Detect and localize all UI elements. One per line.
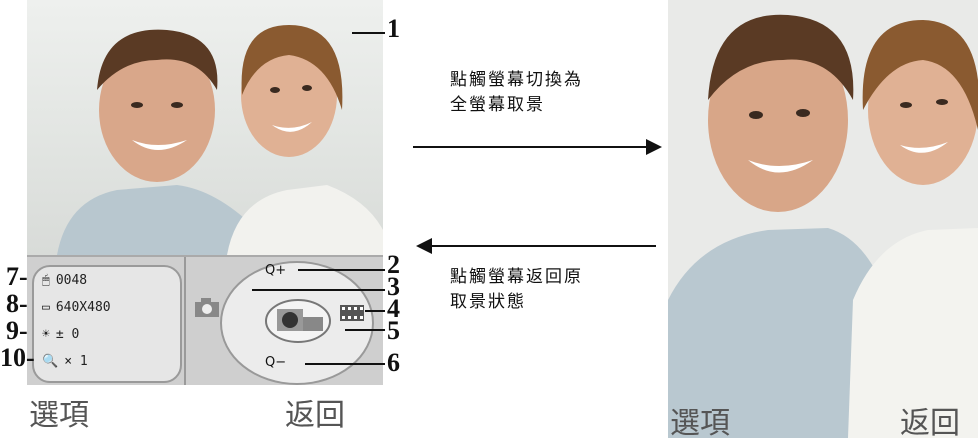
brightness-text: ± 0 — [55, 327, 80, 342]
viewfinder-photo[interactable] — [27, 0, 383, 255]
shot-count-text: 0048 — [55, 273, 88, 288]
video-mode-icon[interactable] — [339, 303, 365, 323]
shot-count-row: 🖱 0048 — [42, 273, 87, 288]
fullscreen-couple-photo — [668, 0, 978, 438]
info-box: 🖱 0048 ▭ 640X480 ☀ ± 0 🔍 × 1 — [32, 265, 182, 383]
back-caption: 點觸螢幕返回原 取景狀態 — [450, 265, 583, 315]
zoom-row: 🔍 × 1 — [42, 354, 88, 369]
callout-10: 10- — [0, 343, 35, 372]
callout-9: 9- — [6, 316, 28, 345]
fullscreen-options-softkey[interactable]: 選項 — [670, 398, 730, 438]
callout-6: 6 — [387, 348, 400, 377]
camera-mode-icon[interactable] — [193, 297, 223, 319]
back-softkey[interactable]: 返回 — [285, 390, 345, 434]
forward-caption-line2: 全螢幕取景 — [450, 95, 545, 115]
resolution-row: ▭ 640X480 — [42, 300, 111, 315]
brightness-icon: ☀ — [42, 327, 50, 342]
panel-divider — [184, 257, 186, 387]
forward-caption: 點觸螢幕切換為 全螢幕取景 — [450, 68, 583, 118]
callout-8: 8- — [6, 289, 28, 318]
resolution-icon: ▭ — [42, 300, 50, 315]
forward-caption-line1: 點觸螢幕切換為 — [450, 70, 583, 90]
camera-status-panel: 🖱 0048 ▭ 640X480 ☀ ± 0 🔍 × 1 Q+ Q− — [27, 255, 383, 387]
callout-1: 1 — [387, 14, 400, 43]
left-phone-screen: 🖱 0048 ▭ 640X480 ☀ ± 0 🔍 × 1 Q+ Q− 選項 返回 — [27, 0, 383, 438]
callout-5: 5 — [387, 316, 400, 345]
resolution-text: 640X480 — [55, 300, 111, 315]
back-caption-line2: 取景狀態 — [450, 292, 526, 312]
couple-photo-illustration — [57, 25, 383, 255]
back-caption-line1: 點觸螢幕返回原 — [450, 267, 583, 287]
fullscreen-back-softkey[interactable]: 返回 — [900, 398, 960, 438]
shutter-button-icon[interactable] — [263, 297, 333, 345]
callout-7: 7- — [6, 262, 28, 291]
zoom-icon: 🔍 — [42, 354, 59, 369]
zoom-out-button[interactable]: Q− — [265, 355, 286, 370]
brightness-row: ☀ ± 0 — [42, 327, 79, 342]
right-phone-screen-fullscreen[interactable]: 選項 返回 — [668, 0, 978, 438]
left-softkey-bar: 選項 返回 — [27, 385, 383, 438]
shot-count-icon: 🖱 — [42, 273, 50, 288]
zoom-in-button[interactable]: Q+ — [265, 263, 286, 278]
zoom-text: × 1 — [64, 354, 88, 369]
options-softkey[interactable]: 選項 — [29, 390, 89, 434]
